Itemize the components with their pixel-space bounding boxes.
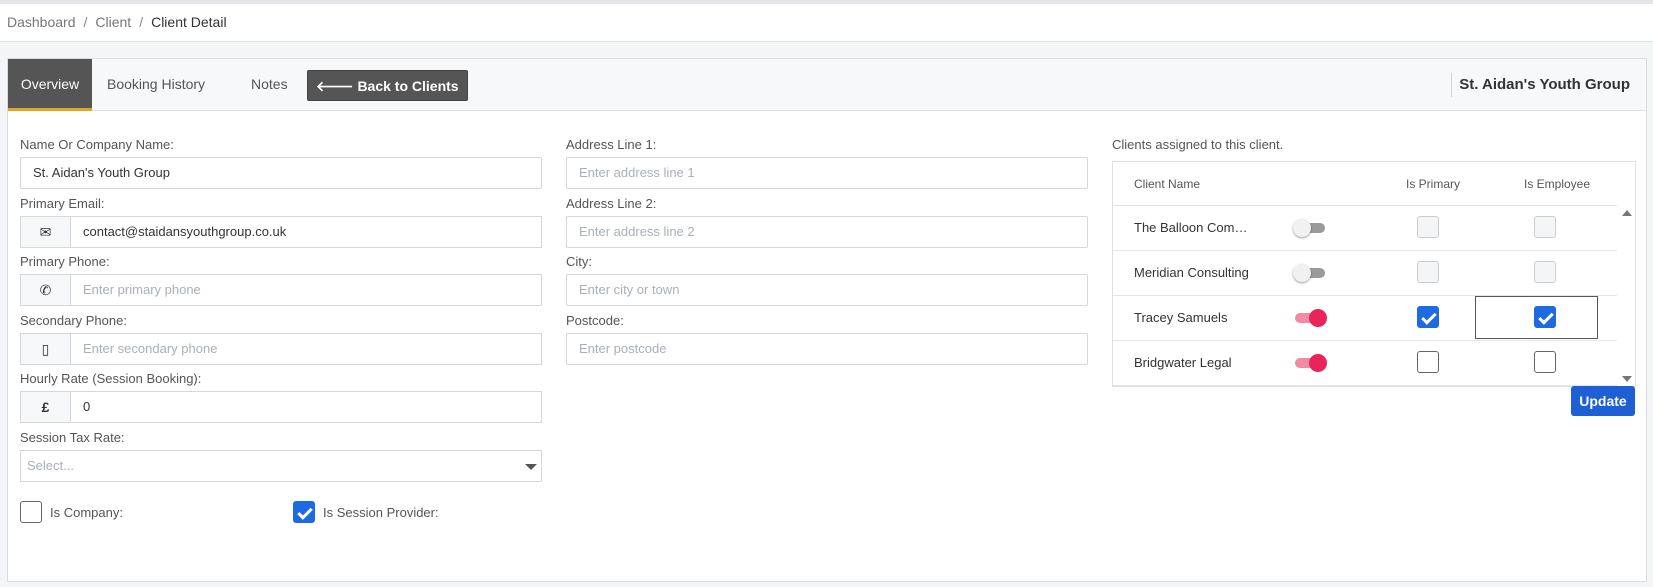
- email-field[interactable]: contact@staidansyouthgroup.co.uk: [71, 216, 542, 248]
- client-name-cell: Meridian Consulting: [1134, 265, 1249, 280]
- scroll-down-icon[interactable]: [1622, 376, 1632, 382]
- is-company-label: Is Company:: [50, 505, 123, 520]
- toggle-knob: [1293, 219, 1311, 237]
- secondary-phone-label: Secondary Phone:: [20, 313, 127, 328]
- toggle-knob: [1309, 309, 1327, 327]
- is-primary-checkbox[interactable]: [1417, 351, 1439, 373]
- is-company-checkbox[interactable]: [20, 501, 42, 523]
- address1-field[interactable]: Enter address line 1: [566, 157, 1088, 189]
- table-row: The Balloon Comp…: [1113, 206, 1617, 251]
- update-button[interactable]: Update: [1571, 386, 1635, 416]
- envelope-icon: ✉: [20, 216, 71, 248]
- arrow-left-icon: 🡐: [316, 78, 354, 94]
- breadcrumb-separator: /: [139, 14, 144, 30]
- tax-rate-placeholder: Select...: [27, 458, 74, 473]
- email-label: Primary Email:: [20, 196, 105, 211]
- is-session-provider-checkbox[interactable]: [293, 501, 315, 523]
- back-button-label: Back to Clients: [357, 78, 459, 94]
- tab-divider: [1451, 73, 1452, 97]
- primary-phone-label: Primary Phone:: [20, 254, 110, 269]
- toggle-knob: [1309, 354, 1327, 372]
- enabled-toggle[interactable]: [1293, 309, 1327, 327]
- is-primary-checkbox[interactable]: [1417, 216, 1439, 238]
- table-row: Meridian Consulting: [1113, 251, 1617, 296]
- is-employee-checkbox[interactable]: [1534, 261, 1556, 283]
- address1-label: Address Line 1:: [566, 137, 657, 152]
- tab-notes[interactable]: Notes: [251, 59, 288, 111]
- postcode-field[interactable]: Enter postcode: [566, 333, 1088, 365]
- column-header-is-primary: Is Primary: [1406, 177, 1460, 191]
- phone-icon: ✆: [20, 274, 71, 306]
- pound-icon: £: [20, 391, 71, 423]
- breadcrumb-client[interactable]: Client: [95, 14, 131, 30]
- breadcrumb-dashboard[interactable]: Dashboard: [7, 14, 76, 30]
- tax-rate-label: Session Tax Rate:: [20, 430, 125, 445]
- hourly-rate-field[interactable]: 0: [71, 391, 542, 423]
- enabled-toggle[interactable]: [1293, 354, 1327, 372]
- tab-bar: Overview Booking History Notes 🡐 Back to…: [8, 59, 1646, 111]
- is-primary-checkbox[interactable]: [1417, 261, 1439, 283]
- table-scrollbar[interactable]: [1617, 206, 1635, 386]
- client-detail-card: Overview Booking History Notes 🡐 Back to…: [7, 58, 1647, 582]
- breadcrumb-separator: /: [83, 14, 88, 30]
- is-session-provider-label: Is Session Provider:: [323, 505, 439, 520]
- breadcrumb-current: Client Detail: [151, 14, 227, 30]
- is-employee-checkbox[interactable]: [1534, 216, 1556, 238]
- primary-phone-field[interactable]: Enter primary phone: [71, 274, 542, 306]
- tab-overview[interactable]: Overview: [8, 59, 92, 111]
- chevron-down-icon: [525, 464, 537, 470]
- address2-label: Address Line 2:: [566, 196, 657, 211]
- client-title: St. Aidan's Youth Group: [1459, 76, 1630, 93]
- enabled-toggle[interactable]: [1293, 264, 1327, 282]
- breadcrumb: Dashboard / Client / Client Detail: [7, 14, 227, 30]
- postcode-label: Postcode:: [566, 313, 624, 328]
- city-label: City:: [566, 254, 592, 269]
- top-bar: Dashboard / Client / Client Detail: [0, 0, 1653, 42]
- column-header-client-name: Client Name: [1134, 177, 1201, 191]
- back-to-clients-button[interactable]: 🡐 Back to Clients: [307, 70, 468, 101]
- is-primary-checkbox[interactable]: [1417, 306, 1439, 328]
- secondary-phone-field[interactable]: Enter secondary phone: [71, 333, 542, 365]
- is-employee-checkbox[interactable]: [1534, 351, 1556, 373]
- address2-field[interactable]: Enter address line 2: [566, 216, 1088, 248]
- tax-rate-select[interactable]: Select...: [20, 450, 542, 482]
- enabled-toggle[interactable]: [1293, 219, 1327, 237]
- client-name-cell: The Balloon Comp…: [1134, 220, 1254, 235]
- hourly-rate-label: Hourly Rate (Session Booking):: [20, 371, 202, 386]
- client-name-cell: Tracey Samuels: [1134, 310, 1228, 325]
- assigned-heading: Clients assigned to this client.: [1112, 137, 1284, 152]
- toggle-knob: [1293, 264, 1311, 282]
- client-name-cell: Bridgwater Legal: [1134, 355, 1232, 370]
- city-field[interactable]: Enter city or town: [566, 274, 1088, 306]
- is-employee-checkbox[interactable]: [1534, 306, 1556, 328]
- scroll-up-icon[interactable]: [1622, 210, 1632, 216]
- table-row: Bridgwater Legal: [1113, 341, 1617, 386]
- mobile-icon: ▯: [20, 333, 71, 365]
- tab-booking-history[interactable]: Booking History: [107, 59, 205, 111]
- table-row: Tracey Samuels: [1113, 296, 1617, 341]
- name-label: Name Or Company Name:: [20, 137, 174, 152]
- column-header-is-employee: Is Employee: [1524, 177, 1591, 191]
- name-field[interactable]: St. Aidan's Youth Group: [20, 157, 542, 189]
- assigned-clients-table: Client Name Is Primary Is Employee The B…: [1112, 161, 1636, 387]
